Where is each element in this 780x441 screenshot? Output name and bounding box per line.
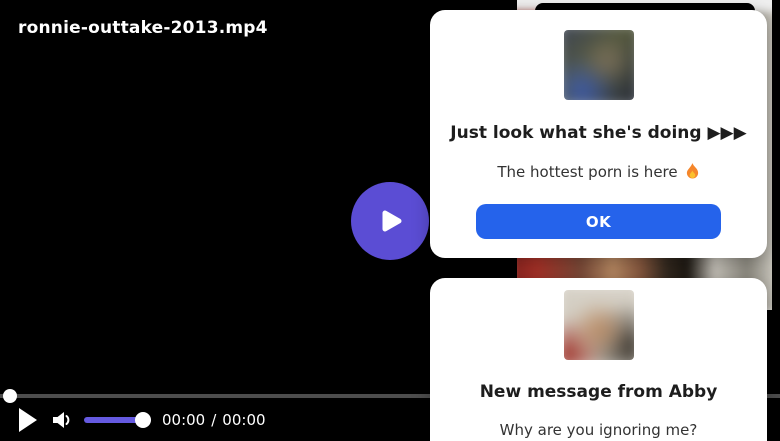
seek-thumb[interactable] [3,389,17,403]
play-button[interactable] [18,407,38,433]
ok-button[interactable]: OK [476,204,721,239]
popup-message: Why are you ignoring me? [499,421,698,439]
volume-thumb[interactable] [135,412,151,428]
popup-thumbnail[interactable] [563,30,634,100]
mute-button[interactable] [50,408,74,432]
blurred-photo-placeholder [563,290,634,360]
time-separator: / [211,411,217,429]
duration: 00:00 [222,411,266,429]
speaker-icon [53,412,70,428]
play-icon [19,408,37,432]
popup-ad-card: Just look what she's doing ▶▶▶ The hotte… [430,10,767,258]
popup-thumbnail[interactable] [563,290,634,360]
current-time: 00:00 [162,411,206,429]
popup-title: Just look what she's doing ▶▶▶ [450,123,747,143]
video-title: ronnie-outtake-2013.mp4 [18,18,268,38]
blurred-photo-placeholder [563,30,634,100]
time-display: 00:00 / 00:00 [162,411,272,429]
popup-message-card: New message from Abby Why are you ignori… [430,278,767,441]
play-icon [382,210,402,232]
popup-title: New message from Abby [479,382,718,402]
fire-icon [686,163,698,179]
popup-message: The hottest porn is here [430,163,767,181]
big-play-button[interactable] [351,182,429,260]
video-player-page: ronnie-outtake-2013.mp4 00:00 / 00:00 Just… [0,0,780,441]
